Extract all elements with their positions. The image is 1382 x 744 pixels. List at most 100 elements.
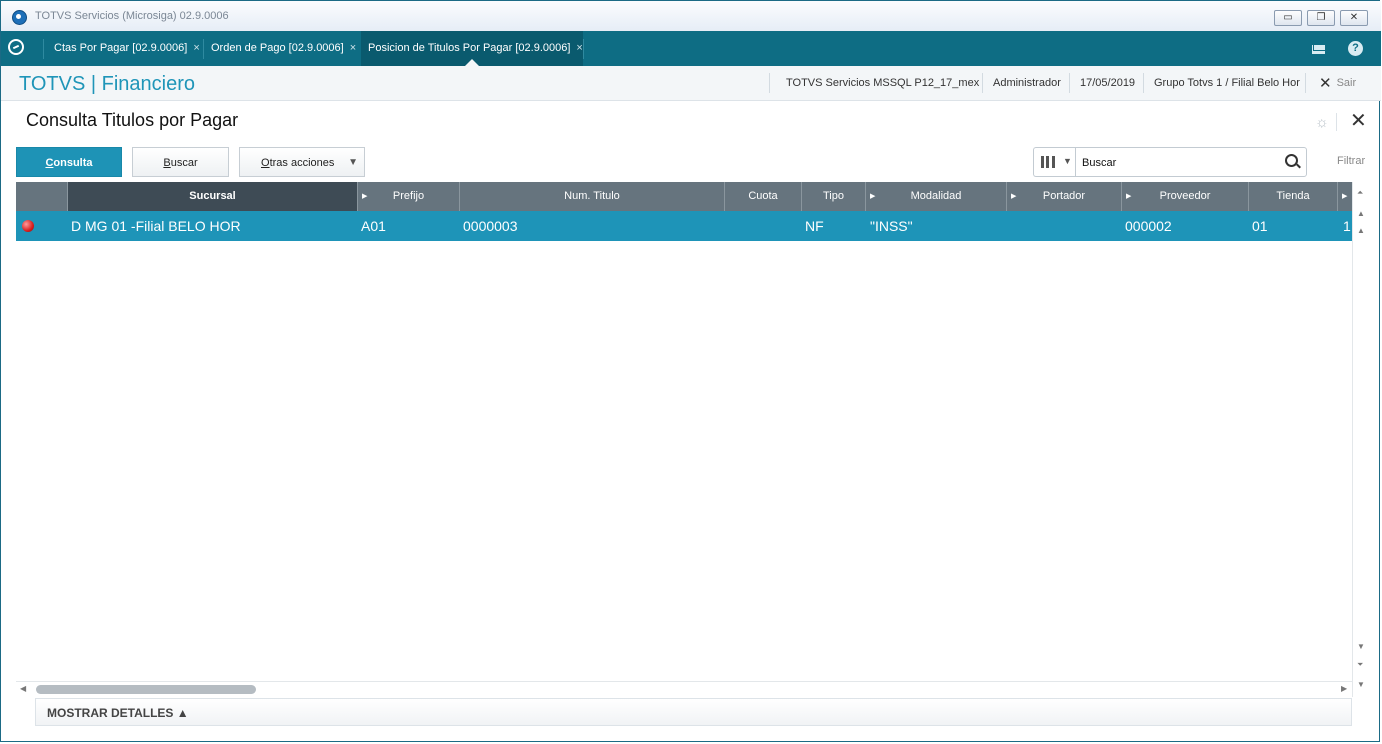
consulta-label: onsulta — [53, 157, 93, 169]
header-separator — [1305, 73, 1306, 93]
tab-posicion-titulos[interactable]: Posicion de Titulos Por Pagar [02.9.0006… — [361, 31, 583, 66]
consulta-button[interactable]: Consulta — [16, 147, 122, 177]
scroll-page-down-icon[interactable]: ⏷ — [1357, 660, 1363, 670]
chevron-down-icon: ▼ — [1063, 156, 1072, 166]
header-separator — [982, 73, 983, 93]
tab-separator — [583, 39, 584, 59]
tab-separator — [203, 39, 204, 59]
branch-label[interactable]: Grupo Totvs 1 / Filial Belo Hor — [1154, 66, 1300, 100]
column-header-proveedor[interactable]: ▶ Proveedor — [1122, 182, 1249, 211]
status-column-header — [16, 182, 68, 211]
columns-icon — [1041, 156, 1055, 168]
close-icon[interactable]: ✕ — [1340, 10, 1368, 26]
column-header-tienda[interactable]: Tienda — [1249, 182, 1338, 211]
sort-arrow-icon: ▶ — [1011, 193, 1017, 200]
cell-prefijo: A01 — [361, 218, 386, 234]
user-label[interactable]: Administrador — [993, 66, 1061, 100]
show-details-bar[interactable]: MOSTRAR DETALLES ▲ — [35, 698, 1352, 726]
module-tab-bar: Ctas Por Pagar [02.9.0006] × Orden de Pag… — [1, 31, 1381, 66]
window-title: TOTVS Servicios (Microsiga) 02.9.0006 — [35, 10, 229, 22]
environment-label[interactable]: TOTVS Servicios MSSQL P12_17_mex — [786, 66, 979, 100]
otras-accesskey: O — [261, 157, 270, 169]
minimize-icon[interactable]: ▭ — [1274, 10, 1302, 26]
vertical-scrollbar[interactable]: ⏶ ▲ ▲ ▼ ⏷ ▼ — [1352, 182, 1371, 697]
column-selector[interactable]: ▼ — [1033, 147, 1075, 177]
column-label: Prefijo — [392, 190, 425, 202]
close-icon: ✕ — [1319, 75, 1332, 92]
gear-icon[interactable]: ☼ — [1315, 114, 1329, 131]
column-header-modalidad[interactable]: ▶ Modalidad — [866, 182, 1007, 211]
app-brand: TOTVS | Financiero — [19, 73, 195, 95]
tab-label: Posicion de Titulos Por Pagar [02.9.0006… — [368, 42, 571, 54]
scroll-page-up-icon[interactable]: ▲ — [1357, 209, 1365, 218]
buscar-accesskey: B — [163, 157, 171, 169]
close-page-icon[interactable]: ✕ — [1350, 110, 1367, 132]
header-separator — [1069, 73, 1070, 93]
search-input[interactable] — [1080, 154, 1274, 172]
window-titlebar: TOTVS Servicios (Microsiga) 02.9.0006 ▭ … — [1, 1, 1381, 32]
sort-arrow-icon: ▶ — [870, 193, 876, 200]
mail-icon[interactable] — [1312, 45, 1325, 54]
column-label: Modalidad — [910, 190, 962, 202]
tab-close-icon[interactable]: × — [350, 42, 356, 54]
cell-proveedor: 000002 — [1125, 218, 1172, 234]
tab-ctas-por-pagar[interactable]: Ctas Por Pagar [02.9.0006] × — [54, 31, 200, 66]
sort-arrow-icon: ▶ — [1342, 193, 1348, 200]
column-header-portador[interactable]: ▶ Portador — [1007, 182, 1122, 211]
horizontal-scrollbar[interactable]: ◀ ▶ — [16, 681, 1352, 698]
tab-label: Ctas Por Pagar [02.9.0006] — [54, 42, 188, 54]
totvs-menu-icon[interactable] — [8, 39, 24, 55]
logout-label: Sair — [1336, 77, 1357, 89]
cell-num-titulo: 0000003 — [463, 218, 518, 234]
show-details-label: MOSTRAR DETALLES ▲ — [47, 706, 189, 720]
otras-acciones-button[interactable]: Otras acciones ▼ — [239, 147, 365, 177]
column-header-cuota[interactable]: Cuota — [725, 182, 802, 211]
column-label: Tienda — [1276, 190, 1310, 202]
page-title: Consulta Titulos por Pagar — [26, 110, 239, 130]
column-label: Portador — [1042, 190, 1086, 202]
sort-arrow-icon: ▶ — [1126, 193, 1132, 200]
date-label[interactable]: 17/05/2019 — [1080, 66, 1135, 100]
table-row[interactable]: D MG 01 -Filial BELO HOR A01 0000003 NF … — [16, 211, 1352, 241]
logout-button[interactable]: ✕ Sair — [1319, 66, 1356, 100]
column-header-prefijo[interactable]: ▶ Prefijo — [358, 182, 460, 211]
cell-extra: 1 — [1343, 218, 1351, 234]
app-logo-icon — [12, 10, 27, 25]
help-icon[interactable]: ? — [1348, 41, 1363, 56]
tab-orden-de-pago[interactable]: Orden de Pago [02.9.0006] × — [211, 31, 356, 66]
scroll-left-icon[interactable]: ◀ — [20, 684, 26, 693]
column-label: Sucursal — [189, 190, 236, 202]
scroll-thumb[interactable] — [36, 685, 256, 694]
cell-sucursal: D MG 01 -Filial BELO HOR — [71, 218, 241, 234]
scroll-up-icon[interactable]: ▲ — [1357, 226, 1365, 235]
column-label: Tipo — [823, 190, 844, 202]
column-header-num-titulo[interactable]: Num. Titulo — [460, 182, 725, 211]
scroll-top-icon[interactable]: ⏶ — [1357, 188, 1363, 198]
buscar-label: uscar — [170, 157, 198, 169]
app-window: TOTVS Servicios (Microsiga) 02.9.0006 ▭ … — [0, 0, 1381, 742]
column-label: Num. Titulo — [564, 190, 620, 202]
chevron-down-icon: ▼ — [348, 157, 358, 168]
column-header-tipo[interactable]: Tipo — [802, 182, 866, 211]
restore-icon[interactable]: ❐ — [1307, 10, 1335, 26]
search-box — [1075, 147, 1307, 177]
scroll-bottom-icon[interactable]: ▼ — [1357, 680, 1365, 689]
buscar-button[interactable]: Buscar — [132, 147, 229, 177]
tab-separator — [43, 39, 44, 59]
scroll-down-icon[interactable]: ▼ — [1357, 642, 1365, 651]
column-header-sucursal[interactable]: Sucursal — [68, 182, 358, 211]
scroll-right-icon[interactable]: ▶ — [1341, 684, 1347, 693]
header-separator — [769, 73, 770, 93]
status-red-icon — [22, 220, 34, 232]
filter-link[interactable]: Filtrar — [1337, 155, 1365, 167]
search-icon[interactable] — [1285, 154, 1298, 167]
tab-close-icon[interactable]: × — [193, 42, 199, 54]
otras-label: tras acciones — [269, 157, 335, 169]
column-header-more[interactable]: ▶ — [1338, 182, 1352, 211]
titles-grid: Sucursal ▶ Prefijo Num. Titulo Cuota Tipo… — [16, 182, 1352, 681]
cell-modalidad: "INSS" — [870, 218, 913, 234]
tab-label: Orden de Pago [02.9.0006] — [211, 42, 344, 54]
sort-arrow-icon: ▶ — [362, 193, 368, 200]
header-separator — [1143, 73, 1144, 93]
tab-close-icon[interactable]: × — [576, 42, 582, 54]
